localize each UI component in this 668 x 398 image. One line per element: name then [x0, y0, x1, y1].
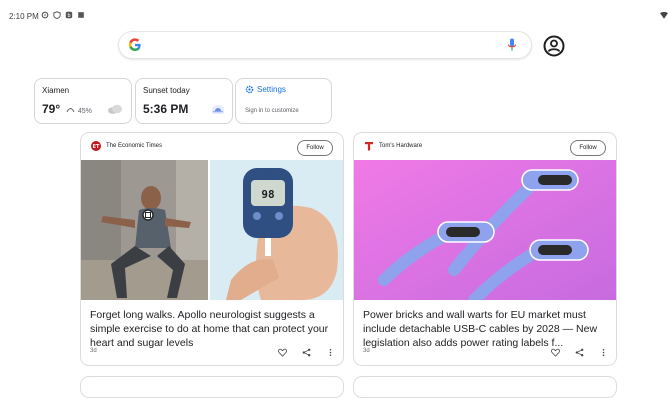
- article-image[interactable]: [354, 160, 616, 300]
- sunset-chip[interactable]: Sunset today 5:36 PM: [135, 78, 233, 124]
- glucometer-reading: 98: [261, 188, 274, 201]
- heart-icon[interactable]: [278, 348, 287, 357]
- article-age: 3d: [90, 348, 97, 354]
- news-card[interactable]: Tom's Hardware Follow Power bricks and w…: [353, 132, 617, 366]
- square-notification-icon: [78, 12, 84, 18]
- settings-gear-icon: [41, 11, 49, 19]
- sunset-label: Sunset today: [143, 86, 190, 95]
- article-image[interactable]: 98: [81, 160, 343, 300]
- wifi-icon: [660, 12, 668, 19]
- next-news-card[interactable]: [80, 376, 344, 398]
- app-notification-icon: b: [65, 11, 73, 19]
- sunset-time: 5:36 PM: [143, 102, 189, 116]
- next-news-card[interactable]: [353, 376, 617, 398]
- search-bar[interactable]: [119, 32, 531, 58]
- article-title[interactable]: Forget long walks. Apollo neurologist su…: [90, 308, 335, 350]
- humidity-icon: [66, 108, 74, 113]
- sunset-icon: [212, 105, 224, 114]
- follow-button[interactable]: Follow: [297, 140, 333, 156]
- follow-button[interactable]: Follow: [570, 140, 606, 156]
- settings-sub: Sign in to customize: [245, 108, 299, 114]
- settings-label: Settings: [257, 85, 286, 94]
- share-icon[interactable]: [575, 348, 584, 357]
- weather-city: Xiamen: [42, 86, 70, 95]
- weather-temperature: 79°: [42, 102, 61, 116]
- card-footer: 3d: [363, 348, 608, 360]
- card-header: ET The Economic Times Follow: [81, 133, 343, 160]
- settings-chip[interactable]: Settings Sign in to customize: [235, 78, 332, 124]
- weather-humidity: 45%: [77, 108, 92, 115]
- more-options-icon[interactable]: [599, 348, 608, 357]
- microphone-icon[interactable]: [507, 38, 517, 52]
- article-title[interactable]: Power bricks and wall warts for EU marke…: [363, 308, 608, 350]
- news-card[interactable]: ET The Economic Times Follow 98 Forget l…: [80, 132, 344, 366]
- weather-temperature-row: 79° 45%: [42, 102, 92, 116]
- more-options-icon[interactable]: [326, 348, 335, 357]
- share-icon[interactable]: [302, 348, 311, 357]
- weather-chip[interactable]: Xiamen 79° 45%: [34, 78, 132, 124]
- exercise-and-glucometer-photo: 98: [81, 160, 343, 300]
- heart-icon[interactable]: [551, 348, 560, 357]
- cloud-icon: [108, 104, 122, 114]
- status-time: 2:10 PM: [9, 12, 39, 21]
- google-logo-icon: [128, 38, 141, 51]
- economic-times-logo-icon: ET: [91, 141, 101, 151]
- svg-text:b: b: [67, 13, 70, 19]
- gear-icon: [245, 85, 254, 94]
- svg-text:ET: ET: [93, 144, 100, 150]
- source-name: The Economic Times: [106, 143, 163, 149]
- status-bar: 2:10 PM b: [0, 0, 668, 32]
- usb-c-cables-photo: [354, 160, 616, 300]
- toms-hardware-logo-icon: [365, 142, 373, 151]
- card-header: Tom's Hardware Follow: [354, 133, 616, 160]
- shield-icon: [53, 11, 61, 19]
- account-avatar-icon[interactable]: [543, 35, 565, 57]
- card-footer: 3d: [90, 348, 335, 360]
- status-icons: b: [41, 11, 85, 19]
- settings-title: Settings: [245, 85, 286, 94]
- source-name: Tom's Hardware: [379, 143, 423, 149]
- article-age: 3d: [363, 348, 370, 354]
